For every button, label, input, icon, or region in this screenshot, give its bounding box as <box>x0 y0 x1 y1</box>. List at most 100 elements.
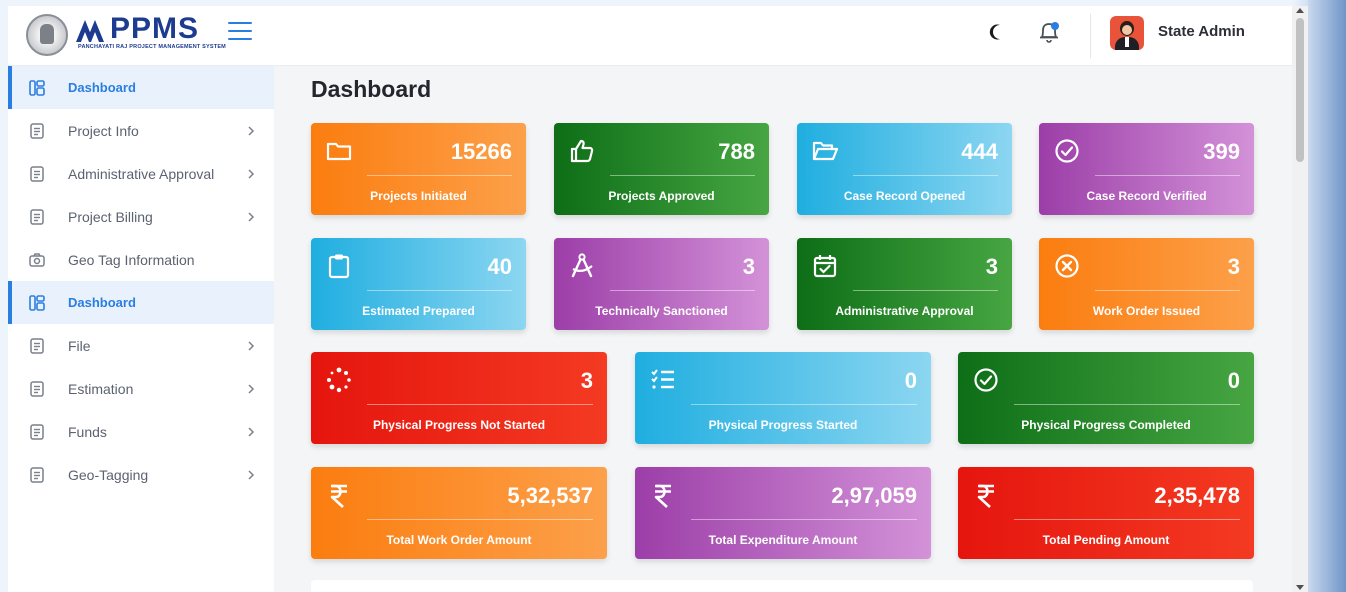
emblem-logo <box>26 14 68 56</box>
stat-card-total-pending-amount[interactable]: 2,35,478 Total Pending Amount <box>958 467 1254 559</box>
stat-card-physical-progress-not-started[interactable]: 3 Physical Progress Not Started <box>311 352 607 444</box>
stat-label: Physical Progress Started <box>708 418 858 432</box>
sidebar-item-project-info[interactable]: Project Info <box>8 109 274 152</box>
app-window: PPMS PANCHAYATI RAJ PROJECT MANAGEMENT S… <box>8 6 1308 592</box>
stat-card-administrative-approval[interactable]: 3 Administrative Approval <box>797 238 1012 330</box>
stat-label: Total Expenditure Amount <box>708 533 858 547</box>
stat-label: Physical Progress Completed <box>1021 418 1191 432</box>
card-divider <box>610 175 755 176</box>
stat-value: 15266 <box>450 139 512 164</box>
camera-icon <box>28 251 46 269</box>
check-circle-icon <box>972 366 1000 394</box>
moon-icon[interactable] <box>988 23 1006 41</box>
stat-card-physical-progress-started[interactable]: 0 Physical Progress Started <box>635 352 931 444</box>
content-panel <box>311 580 1253 592</box>
menu-icon[interactable] <box>228 22 252 42</box>
sidebar-item-label: Dashboard <box>68 80 136 95</box>
vertical-scrollbar[interactable] <box>1292 6 1308 592</box>
stat-value: 399 <box>1203 139 1240 164</box>
logo-subtitle: PANCHAYATI RAJ PROJECT MANAGEMENT SYSTEM <box>78 44 226 50</box>
thumbs-up-icon <box>568 137 596 165</box>
rupee-icon <box>649 481 677 509</box>
sidebar: Dashboard Project Info Administrative Appr… <box>8 66 274 592</box>
sidebar-item-geo-tag-information[interactable]: Geo Tag Information <box>8 238 274 281</box>
sidebar-item-funds[interactable]: Funds <box>8 410 274 453</box>
spinner-icon <box>325 366 353 394</box>
chevron-right-icon <box>246 469 256 480</box>
document-icon <box>28 380 46 398</box>
sidebar-item-project-billing[interactable]: Project Billing <box>8 195 274 238</box>
card-divider <box>367 519 593 520</box>
card-divider <box>853 175 998 176</box>
sidebar-item-label: Estimation <box>68 380 134 397</box>
document-icon <box>28 208 46 226</box>
document-icon <box>28 165 46 183</box>
card-divider <box>1095 175 1240 176</box>
sidebar-item-label: Administrative Approval <box>68 165 215 182</box>
stat-card-case-record-verified[interactable]: 399 Case Record Verified <box>1039 123 1254 215</box>
card-divider <box>367 175 512 176</box>
rupee-icon <box>325 481 353 509</box>
ppms-logo-mark <box>76 20 104 42</box>
stat-value: 788 <box>718 139 755 164</box>
card-divider <box>1014 404 1240 405</box>
stat-label: Work Order Issued <box>1092 304 1201 318</box>
stat-label: Case Record Verified <box>1086 189 1207 203</box>
sidebar-item-label: File <box>68 337 91 354</box>
stat-card-technically-sanctioned[interactable]: 3 Technically Sanctioned <box>554 238 769 330</box>
stat-value: 0 <box>904 368 917 393</box>
list-check-icon <box>649 366 677 394</box>
chevron-right-icon <box>246 168 256 179</box>
sidebar-item-geo-tagging[interactable]: Geo-Tagging <box>8 453 274 496</box>
stat-label: Projects Initiated <box>370 189 467 203</box>
scroll-down-arrow-icon[interactable] <box>1296 585 1304 590</box>
bell-icon[interactable] <box>1036 20 1062 44</box>
stat-card-work-order-issued[interactable]: 3 Work Order Issued <box>1039 238 1254 330</box>
dashboard-icon <box>28 79 46 97</box>
compass-icon <box>568 252 596 280</box>
document-icon <box>28 466 46 484</box>
chevron-right-icon <box>246 211 256 222</box>
sidebar-item-file[interactable]: File <box>8 324 274 367</box>
clipboard-icon <box>325 252 353 280</box>
card-divider <box>367 404 593 405</box>
stat-label: Technically Sanctioned <box>595 304 728 318</box>
sidebar-item-label: Geo Tag Information <box>68 251 195 268</box>
sidebar-item-estimation[interactable]: Estimation <box>8 367 274 410</box>
avatar[interactable] <box>1110 16 1144 50</box>
check-circle-icon <box>1053 137 1081 165</box>
folder-open-icon <box>811 137 839 165</box>
stat-card-projects-initiated[interactable]: 15266 Projects Initiated <box>311 123 526 215</box>
card-divider <box>853 290 998 291</box>
chevron-right-icon <box>246 383 256 394</box>
stat-card-total-expenditure-amount[interactable]: 2,97,059 Total Expenditure Amount <box>635 467 931 559</box>
user-name[interactable]: State Admin <box>1158 23 1245 40</box>
stat-card-projects-approved[interactable]: 788 Projects Approved <box>554 123 769 215</box>
stat-value: 3 <box>742 254 755 279</box>
sidebar-item-label: Funds <box>68 423 107 440</box>
stat-card-total-work-order-amount[interactable]: 5,32,537 Total Work Order Amount <box>311 467 607 559</box>
document-icon <box>28 122 46 140</box>
stat-label: Total Pending Amount <box>1042 533 1170 547</box>
x-circle-icon <box>1053 252 1081 280</box>
chevron-right-icon <box>246 426 256 437</box>
stat-label: Case Record Opened <box>843 189 966 203</box>
window-edge <box>1308 0 1346 592</box>
logo-text: PPMS <box>110 12 200 45</box>
chevron-right-icon <box>246 340 256 351</box>
calendar-check-icon <box>811 252 839 280</box>
rupee-icon <box>972 481 1000 509</box>
stat-label: Estimated Prepared <box>362 304 475 318</box>
card-divider <box>610 290 755 291</box>
stat-card-estimated-prepared[interactable]: 40 Estimated Prepared <box>311 238 526 330</box>
scroll-up-arrow-icon[interactable] <box>1296 8 1304 13</box>
stat-card-case-record-opened[interactable]: 444 Case Record Opened <box>797 123 1012 215</box>
sidebar-item-label: Project Info <box>68 122 139 139</box>
sidebar-item-dashboard[interactable]: Dashboard <box>8 281 274 324</box>
scroll-thumb[interactable] <box>1296 18 1304 162</box>
folder-icon <box>325 137 353 165</box>
sidebar-item-dashboard[interactable]: Dashboard <box>8 66 274 109</box>
stat-card-physical-progress-completed[interactable]: 0 Physical Progress Completed <box>958 352 1254 444</box>
card-divider <box>1014 519 1240 520</box>
sidebar-item-administrative-approval[interactable]: Administrative Approval <box>8 152 274 195</box>
